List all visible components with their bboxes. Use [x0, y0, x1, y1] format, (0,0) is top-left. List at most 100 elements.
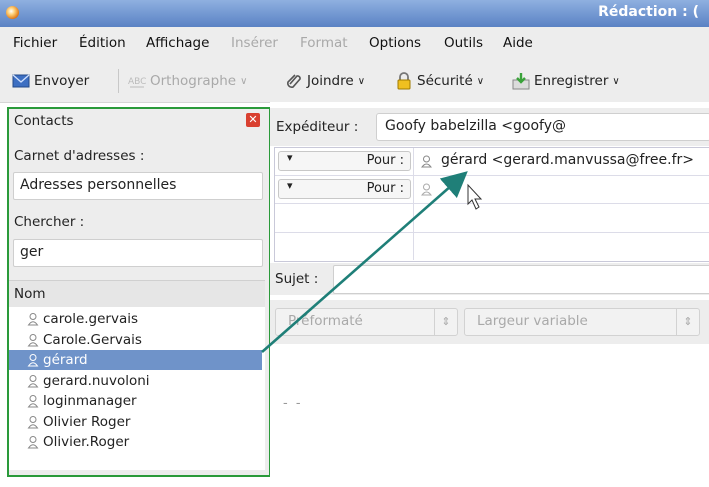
spellcheck-label: Orthographe — [150, 73, 237, 89]
message-body[interactable]: - - — [283, 396, 303, 411]
search-input[interactable]: ger — [13, 239, 263, 267]
contact-row[interactable]: Olivier Roger — [9, 412, 262, 432]
person-icon — [27, 436, 39, 449]
sidebar-title: Contacts — [14, 113, 74, 129]
contact-row[interactable]: Carole.Gervais — [9, 330, 262, 350]
recipient-row: ▾ Pour : gérard <gerard.manvussa@free.fr> — [275, 148, 709, 176]
updown-icon: ⇕ — [434, 309, 457, 335]
attach-button[interactable]: Joindre ∨ — [285, 72, 365, 90]
menu-inserer[interactable]: Insérer — [231, 35, 278, 51]
addressbook-value: Adresses personnelles — [20, 177, 177, 193]
from-value: Goofy babelzilla <goofy@ — [385, 118, 567, 134]
contact-row[interactable]: Olivier.Roger — [9, 432, 262, 452]
spellcheck-icon: ABC — [128, 77, 146, 88]
lock-icon — [397, 72, 411, 90]
toolbar-separator — [118, 69, 119, 93]
attach-label: Joindre — [307, 73, 354, 89]
send-icon — [12, 74, 30, 88]
updown-icon: ⇕ — [676, 309, 699, 335]
send-button[interactable]: Envoyer — [12, 72, 89, 90]
recipient-row: ▾ Pour : — [275, 176, 709, 204]
font-select[interactable]: Largeur variable ⇕ — [464, 308, 700, 336]
font-value: Largeur variable — [477, 313, 588, 329]
divider — [413, 233, 414, 260]
chevron-down-icon: ∨ — [240, 75, 248, 87]
spellcheck-button[interactable]: ABC Orthographe ∨ — [128, 72, 247, 90]
person-icon — [27, 313, 39, 326]
contact-name: Olivier Roger — [43, 413, 131, 430]
person-icon — [27, 354, 39, 367]
dropdown-icon: ▾ — [287, 179, 293, 192]
addressbook-select[interactable]: Adresses personnelles — [13, 172, 263, 200]
paperclip-icon — [287, 74, 301, 88]
person-icon — [27, 415, 39, 428]
contact-row[interactable]: gerard.nuvoloni — [9, 371, 262, 391]
subject-input[interactable] — [333, 265, 709, 294]
save-label: Enregistrer — [534, 73, 609, 89]
close-icon: ✕ — [248, 113, 258, 126]
search-label: Chercher : — [14, 214, 85, 230]
toolbar: Envoyer ABC Orthographe ∨ Joindre ∨ Sécu… — [0, 60, 709, 103]
menu-affichage[interactable]: Affichage — [146, 35, 209, 51]
app-icon — [6, 6, 19, 19]
person-icon — [27, 374, 39, 387]
save-icon — [512, 73, 530, 90]
paragraph-style-value: Préformaté — [288, 313, 363, 329]
svg-text:ABC: ABC — [128, 77, 146, 87]
contact-row[interactable]: gérard — [9, 350, 262, 370]
search-value: ger — [20, 244, 44, 260]
contact-list: carole.gervais Carole.Gervais gérard gerard… — [9, 307, 265, 470]
chevron-down-icon: ∨ — [612, 75, 620, 87]
menu-fichier[interactable]: Fichier — [13, 35, 57, 51]
recipient-type-select[interactable]: ▾ Pour : — [278, 179, 411, 199]
menu-options[interactable]: Options — [369, 35, 421, 51]
contact-name: Carole.Gervais — [43, 331, 142, 348]
contact-name: gérard — [43, 352, 88, 368]
divider — [413, 176, 414, 203]
person-icon — [27, 395, 39, 408]
subject-row: Sujet : — [270, 263, 709, 295]
security-button[interactable]: Sécurité ∨ — [395, 72, 484, 90]
subject-label: Sujet : — [275, 271, 319, 287]
menu-aide[interactable]: Aide — [503, 35, 533, 51]
from-label: Expéditeur : — [276, 119, 359, 135]
format-toolbar: Préformaté ⇕ Largeur variable ⇕ — [270, 300, 709, 344]
contact-name: gerard.nuvoloni — [43, 372, 150, 389]
title-bar: Rédaction : ( — [0, 0, 709, 27]
menu-outils[interactable]: Outils — [444, 35, 483, 51]
contacts-sidebar: Contacts ✕ Carnet d'adresses : Adresses … — [7, 107, 271, 477]
from-select[interactable]: Goofy babelzilla <goofy@ — [376, 113, 709, 141]
contact-row[interactable]: carole.gervais — [9, 309, 262, 329]
column-header-name[interactable]: Nom — [9, 280, 265, 308]
contact-name: loginmanager — [43, 393, 137, 409]
menu-bar: Fichier Édition Affichage Insérer Format… — [0, 27, 709, 60]
menu-format[interactable]: Format — [300, 35, 348, 51]
menu-edition[interactable]: Édition — [79, 35, 126, 51]
column-header-label: Nom — [14, 286, 46, 302]
contact-row[interactable]: loginmanager — [9, 391, 262, 411]
recipient-row-empty[interactable] — [275, 233, 709, 260]
addressbook-label: Carnet d'adresses : — [14, 148, 145, 164]
paragraph-style-select[interactable]: Préformaté ⇕ — [275, 308, 458, 336]
contact-name: Olivier.Roger — [43, 434, 130, 450]
chevron-down-icon: ∨ — [476, 75, 485, 87]
from-row: Expéditeur : Goofy babelzilla <goofy@ — [270, 108, 709, 146]
recipient-grid: ▾ Pour : gérard <gerard.manvussa@free.fr>… — [274, 147, 709, 262]
security-label: Sécurité — [417, 73, 473, 89]
chevron-down-icon: ∨ — [357, 75, 366, 87]
divider — [413, 148, 414, 175]
person-icon — [421, 155, 432, 168]
recipient-type-label: Pour : — [366, 181, 404, 196]
window-title: Rédaction : ( — [598, 4, 699, 20]
recipient-row-empty[interactable] — [275, 204, 709, 233]
dropdown-icon: ▾ — [287, 151, 293, 164]
recipient-address[interactable]: gérard <gerard.manvussa@free.fr> — [441, 152, 694, 168]
contact-name: carole.gervais — [43, 311, 139, 327]
recipient-type-select[interactable]: ▾ Pour : — [278, 151, 411, 171]
person-icon — [421, 183, 432, 196]
save-button[interactable]: Enregistrer ∨ — [512, 72, 620, 90]
person-icon — [27, 333, 39, 346]
recipient-type-label: Pour : — [366, 153, 404, 168]
send-label: Envoyer — [34, 73, 90, 89]
close-sidebar-button[interactable]: ✕ — [246, 113, 260, 127]
